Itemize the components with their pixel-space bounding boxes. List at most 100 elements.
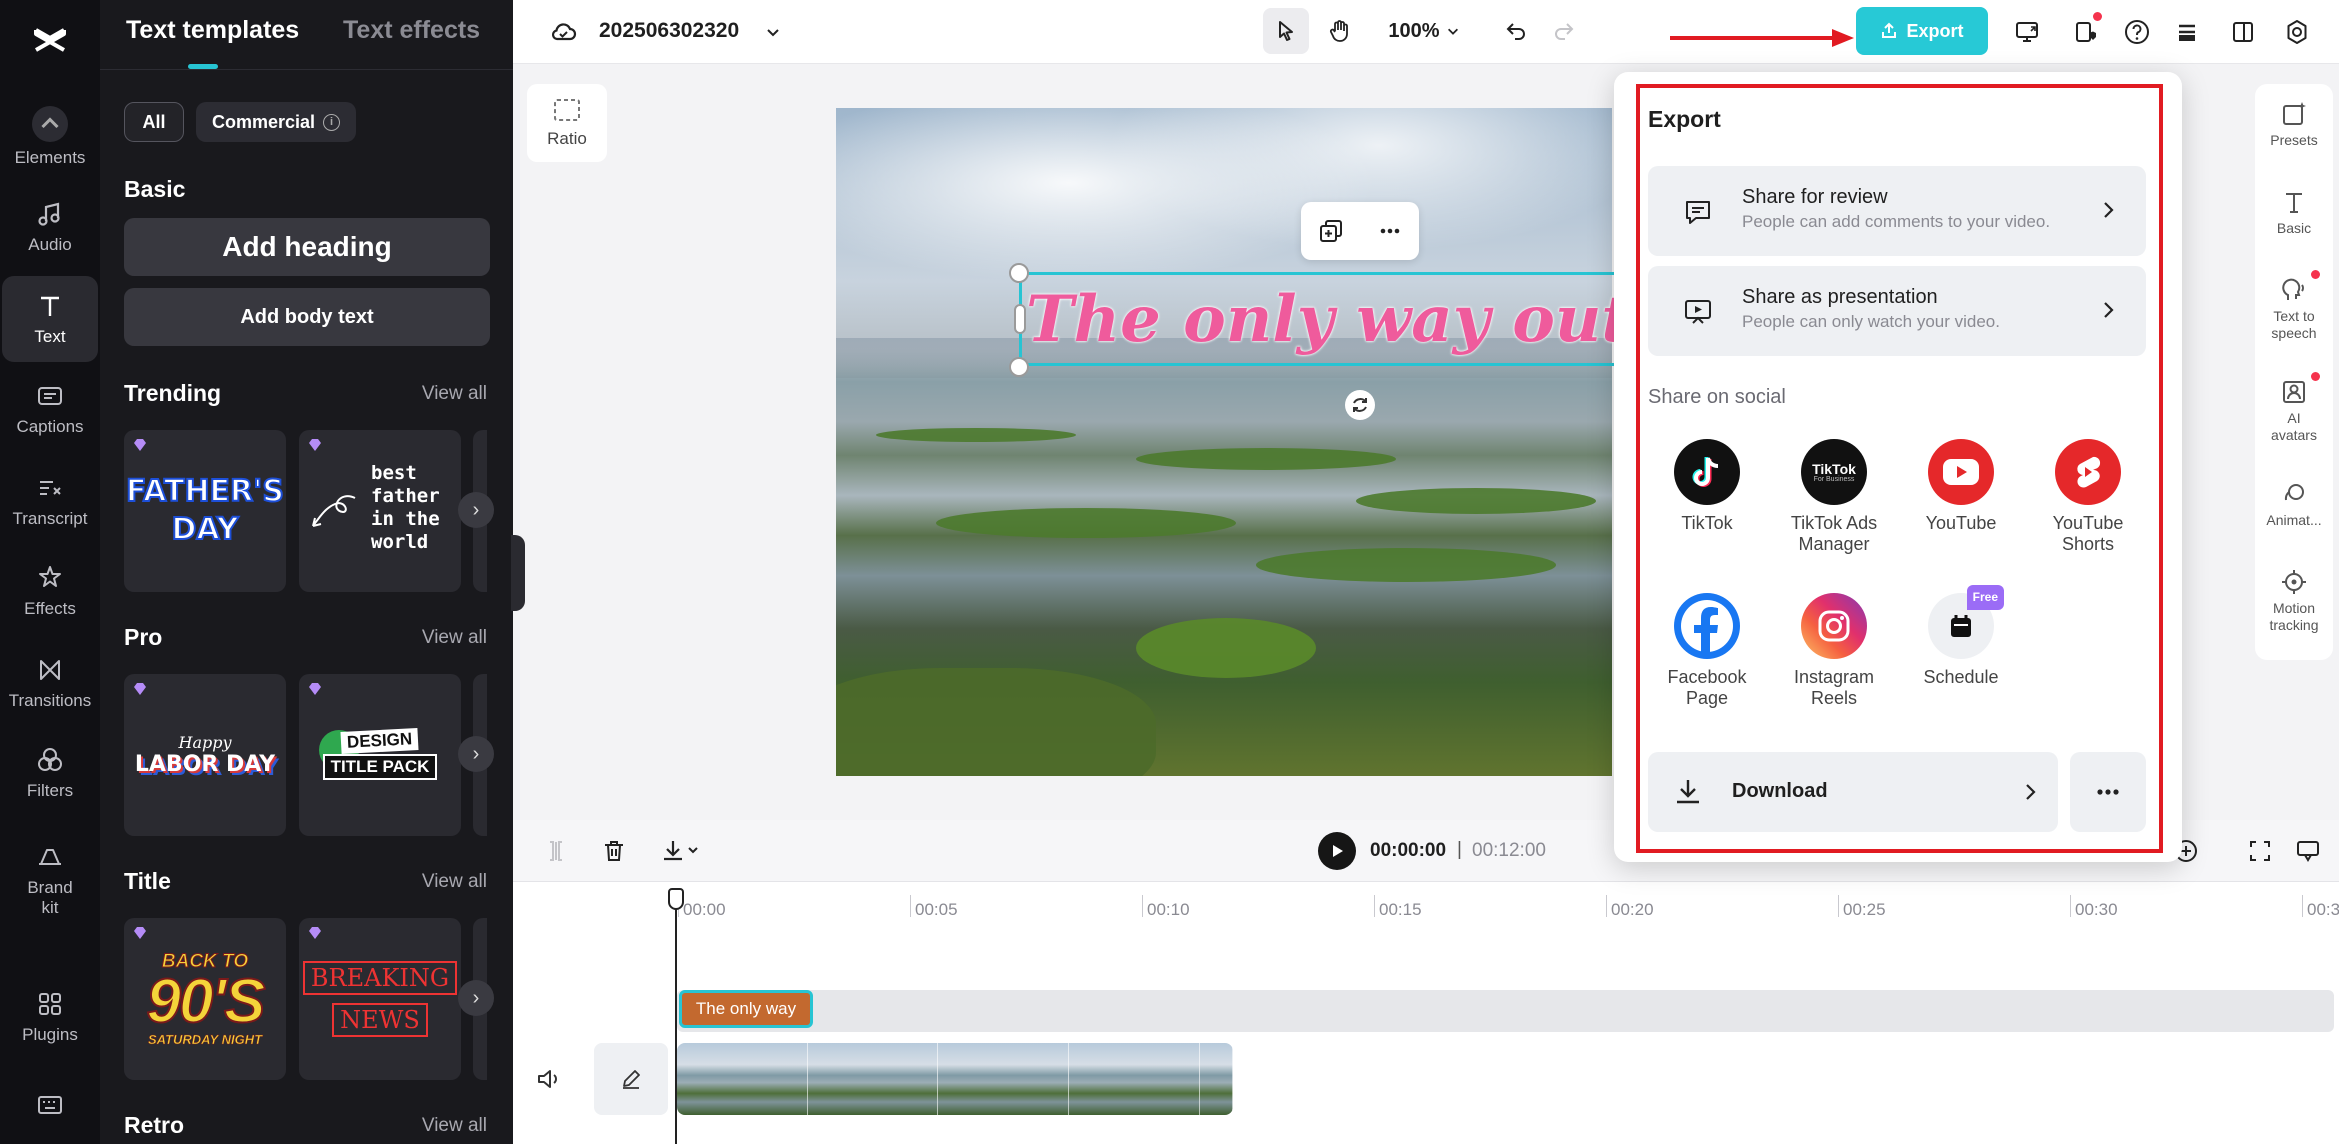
split-icon[interactable]: [543, 838, 569, 864]
rail-item-effects[interactable]: Effects: [2, 548, 98, 634]
social-tiktok-ads-manager[interactable]: TikTok For Business TikTok Ads Manager: [1774, 439, 1894, 555]
resize-handle-left[interactable]: [1014, 304, 1026, 334]
rail-item-plugins[interactable]: Plugins: [2, 974, 98, 1060]
social-youtube-shorts[interactable]: YouTube Shorts: [2028, 439, 2148, 555]
toggle-panel-button[interactable]: [2225, 14, 2261, 50]
template-card-labor-day[interactable]: Happy LABOR DAY: [124, 674, 286, 836]
feedback-icon[interactable]: [2295, 838, 2321, 864]
cloud-sync-icon[interactable]: [547, 16, 579, 48]
video-clip[interactable]: [677, 1043, 1233, 1115]
text-clip[interactable]: The only way: [679, 990, 813, 1028]
rotate-handle[interactable]: [1345, 390, 1375, 420]
delete-icon[interactable]: [601, 838, 627, 864]
play-button[interactable]: [1318, 832, 1356, 870]
keyboard-shortcuts-button[interactable]: [2, 1080, 98, 1130]
volume-icon[interactable]: [534, 1064, 564, 1094]
rail-item-filters[interactable]: Filters: [2, 730, 98, 816]
premium-gem-icon: [309, 439, 321, 451]
template-card-best-father[interactable]: best father in the world: [299, 430, 461, 592]
view-all-retro-link[interactable]: View all: [422, 1115, 487, 1137]
rail-item-elements[interactable]: Elements: [2, 94, 98, 180]
filter-all-chip[interactable]: All: [124, 102, 184, 142]
social-tiktok[interactable]: TikTok: [1647, 439, 1767, 534]
rr-item-presets[interactable]: Presets: [2255, 100, 2333, 149]
filter-commercial-chip[interactable]: Commercial i: [196, 102, 356, 142]
rr-item-ai-avatars[interactable]: AI avatars: [2255, 372, 2333, 444]
rr-item-motion-tracking[interactable]: Motion tracking: [2255, 568, 2333, 634]
resize-handle-bottom-left[interactable]: [1009, 357, 1029, 377]
zoom-dropdown[interactable]: 100%: [1381, 14, 1467, 48]
rail-label: Brand kit: [27, 878, 73, 917]
pro-next-button[interactable]: ›: [458, 736, 494, 772]
tab-text-effects[interactable]: Text effects: [343, 16, 480, 45]
text-track[interactable]: [677, 990, 2334, 1032]
template-card-back-to-90s[interactable]: BACK TO 90'S SATURDAY NIGHT: [124, 918, 286, 1080]
template-card-breaking-news[interactable]: BREAKING NEWS: [299, 918, 461, 1080]
share-for-review-button[interactable]: Share for review People can add comments…: [1648, 166, 2146, 256]
add-body-text-button[interactable]: Add body text: [124, 288, 490, 346]
fullscreen-icon[interactable]: [2247, 838, 2273, 864]
redo-button[interactable]: [1547, 14, 1581, 48]
plugins-icon: [39, 993, 61, 1015]
overlay-text[interactable]: The only way out is through: [1026, 276, 1616, 364]
view-all-title-link[interactable]: View all: [422, 871, 487, 893]
add-heading-button[interactable]: Add heading: [124, 218, 490, 276]
present-button[interactable]: [2009, 14, 2045, 50]
resize-handle-top-left[interactable]: [1009, 263, 1029, 283]
export-more-button[interactable]: [2070, 752, 2146, 832]
social-instagram-reels[interactable]: Instagram Reels: [1774, 593, 1894, 709]
share-as-presentation-button[interactable]: Share as presentation People can only wa…: [1648, 266, 2146, 356]
chevron-down-icon[interactable]: [761, 20, 785, 44]
export-button[interactable]: Export: [1856, 7, 1988, 55]
video-thumbnail: [1068, 1043, 1200, 1115]
notifications-button[interactable]: [2067, 12, 2103, 50]
template-card-fathers-day[interactable]: FATHER'S DAY: [124, 430, 286, 592]
rail-item-text[interactable]: Text: [2, 276, 98, 362]
tiktok-logo-icon: [1674, 439, 1740, 505]
help-button[interactable]: [2119, 14, 2155, 50]
settings-button[interactable]: [2279, 14, 2315, 50]
rail-item-transitions[interactable]: Transitions: [2, 640, 98, 726]
rr-item-text-to-speech[interactable]: Text to speech: [2255, 270, 2333, 342]
layers-button[interactable]: [2169, 14, 2205, 50]
download-menu-icon[interactable]: [661, 838, 705, 864]
project-name[interactable]: 202506302320: [599, 19, 739, 43]
cover-edit-button[interactable]: [594, 1043, 668, 1115]
select-tool-button[interactable]: [1263, 8, 1309, 54]
share-review-subtitle: People can add comments to your video.: [1742, 212, 2051, 231]
social-facebook-page[interactable]: Facebook Page: [1647, 593, 1767, 709]
collapse-panel-handle[interactable]: [511, 535, 525, 611]
total-time: 00:12:00: [1472, 840, 1546, 861]
template-card-design-title-pack[interactable]: DESIGN TITLE PACK: [299, 674, 461, 836]
social-youtube[interactable]: YouTube: [1901, 439, 2021, 534]
playhead-handle[interactable]: [668, 888, 684, 910]
rotate-icon: [1353, 398, 1367, 412]
view-all-trending-link[interactable]: View all: [422, 383, 487, 405]
rail-item-transcript[interactable]: Transcript: [2, 458, 98, 544]
trending-next-button[interactable]: ›: [458, 492, 494, 528]
title-next-button[interactable]: ›: [458, 980, 494, 1016]
rail-item-captions[interactable]: Captions: [2, 366, 98, 452]
duplicate-icon[interactable]: [1317, 217, 1345, 245]
chevron-right-icon: [2104, 302, 2114, 318]
rail-item-brand-kit[interactable]: Brand kit: [2, 830, 98, 930]
capcut-logo-icon[interactable]: [22, 12, 78, 68]
ruler-tick: [1374, 895, 1375, 917]
ratio-button[interactable]: Ratio: [527, 84, 607, 162]
social-label: Facebook Page: [1667, 667, 1747, 708]
view-all-pro-link[interactable]: View all: [422, 627, 487, 649]
animation-icon: [2284, 484, 2304, 501]
undo-button[interactable]: [1499, 14, 1533, 48]
social-schedule[interactable]: Free Schedule: [1901, 585, 2021, 688]
rail-item-audio[interactable]: Audio: [2, 184, 98, 270]
more-options-icon[interactable]: [1376, 217, 1404, 245]
rr-item-animation[interactable]: Animat...: [2255, 480, 2333, 529]
download-button[interactable]: Download: [1648, 752, 2058, 832]
playhead[interactable]: [675, 890, 677, 1144]
tab-text-templates[interactable]: Text templates: [126, 16, 299, 45]
ruler-tick: [1838, 895, 1839, 917]
video-preview[interactable]: [836, 108, 1612, 776]
share-on-social-label: Share on social: [1648, 386, 1786, 408]
hand-tool-button[interactable]: [1317, 8, 1363, 54]
rr-item-basic[interactable]: Basic: [2255, 188, 2333, 237]
